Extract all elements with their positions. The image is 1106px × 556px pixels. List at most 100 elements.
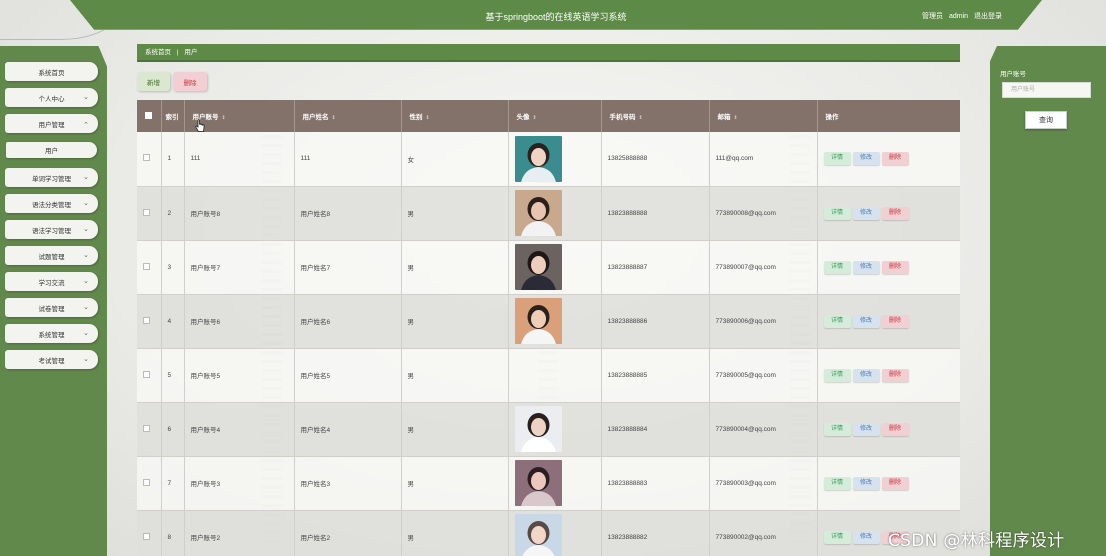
row-select-cell bbox=[137, 402, 162, 457]
cell-index: 8 bbox=[161, 510, 185, 556]
table-row[interactable]: 5 用户账号5 用户姓名5 男 13823888885 773890005@qq.com 详… bbox=[137, 348, 960, 403]
cell-email: 111@qq.com bbox=[709, 132, 818, 187]
table-row[interactable]: 7 用户账号3 用户姓名3 男 13823888883 773890003@qq.com 详… bbox=[137, 456, 960, 511]
sort-icon[interactable]: ⇕ bbox=[734, 115, 738, 121]
delete-button[interactable]: 删除 bbox=[881, 476, 909, 490]
edit-button[interactable]: 修改 bbox=[852, 152, 880, 166]
table-row[interactable]: 2 用户账号8 用户姓名8 男 13823888888 773890008@qq.com 详… bbox=[137, 186, 960, 241]
breadcrumb-home[interactable]: 系统首页 bbox=[145, 49, 171, 56]
cell-avatar bbox=[508, 348, 602, 403]
detail-button[interactable]: 详情 bbox=[823, 476, 851, 490]
row-checkbox[interactable] bbox=[143, 532, 150, 540]
edit-button[interactable]: 修改 bbox=[852, 476, 880, 490]
row-checkbox[interactable] bbox=[143, 370, 150, 378]
table-row[interactable]: 6 用户账号4 用户姓名4 男 13823888884 773890004@qq.com 详… bbox=[137, 402, 960, 457]
detail-button[interactable]: 详情 bbox=[823, 530, 851, 544]
add-button[interactable]: 新增 bbox=[137, 72, 170, 91]
edit-button[interactable]: 修改 bbox=[852, 422, 880, 436]
logout-link[interactable]: 退出登录 bbox=[974, 13, 1002, 20]
cell-index: 6 bbox=[161, 402, 185, 457]
column-header-ops: 操作 bbox=[817, 100, 960, 132]
delete-button[interactable]: 删除 bbox=[881, 422, 909, 436]
row-checkbox[interactable] bbox=[143, 424, 150, 432]
cell-gender: 男 bbox=[401, 510, 509, 556]
cell-index: 1 bbox=[161, 132, 185, 187]
column-header-avatar[interactable]: 头像 ⇕ bbox=[508, 100, 602, 132]
header-label: 手机号码 bbox=[609, 114, 636, 121]
detail-button[interactable]: 详情 bbox=[823, 368, 851, 382]
cell-email: 773890006@qq.com bbox=[709, 294, 818, 349]
search-input[interactable] bbox=[1002, 82, 1091, 98]
row-checkbox[interactable] bbox=[143, 478, 150, 486]
cell-phone: 13823888885 bbox=[601, 348, 710, 403]
delete-button[interactable]: 删除 bbox=[881, 206, 909, 220]
detail-button[interactable]: 详情 bbox=[823, 206, 851, 220]
column-header-email[interactable]: 邮箱 ⇕ bbox=[709, 100, 818, 132]
sort-icon[interactable]: ⇕ bbox=[222, 115, 226, 121]
sidebar-item-label: 系统首页 bbox=[38, 69, 65, 77]
edit-button[interactable]: 修改 bbox=[852, 260, 880, 274]
avatar bbox=[514, 514, 562, 556]
sort-icon[interactable]: ⇕ bbox=[332, 115, 336, 121]
sidebar-item-label: 试题管理 bbox=[38, 253, 65, 261]
sidebar-item-word-study[interactable]: 单词学习管理 ⌄ bbox=[5, 168, 98, 187]
sidebar-item-grammar-category[interactable]: 语法分类管理 ⌄ bbox=[5, 194, 98, 213]
column-header-name[interactable]: 用户姓名 ⇕ bbox=[294, 100, 402, 132]
table-row[interactable]: 4 用户账号6 用户姓名6 男 13823888886 773890006@qq.com 详… bbox=[137, 294, 960, 349]
cell-avatar bbox=[508, 132, 602, 187]
row-checkbox[interactable] bbox=[143, 262, 150, 270]
table-row[interactable]: 3 用户账号7 用户姓名7 男 13823888887 773890007@qq.com 详… bbox=[137, 240, 960, 295]
sidebar-item-exam-management[interactable]: 考试管理 ⌄ bbox=[5, 350, 98, 369]
avatar bbox=[514, 190, 562, 236]
sort-icon[interactable]: ⇕ bbox=[533, 115, 537, 121]
edit-button[interactable]: 修改 bbox=[852, 314, 880, 328]
sort-icon[interactable]: ⇕ bbox=[639, 115, 643, 121]
select-all-checkbox[interactable] bbox=[145, 111, 152, 119]
row-checkbox[interactable] bbox=[143, 154, 150, 162]
edit-button[interactable]: 修改 bbox=[852, 530, 880, 544]
cell-index: 2 bbox=[161, 186, 185, 241]
table-row[interactable]: 1 111 111 女 13825888888 111@qq.com 详情 修改 删除 bbox=[137, 132, 960, 187]
sidebar-item-user-management[interactable]: 用户管理 ⌃ bbox=[5, 114, 98, 133]
chevron-down-icon: ⌄ bbox=[83, 278, 89, 285]
delete-button[interactable]: 删除 bbox=[881, 314, 909, 328]
sidebar-item-question-management[interactable]: 试题管理 ⌄ bbox=[5, 246, 98, 265]
edit-button[interactable]: 修改 bbox=[852, 206, 880, 220]
detail-button[interactable]: 详情 bbox=[823, 260, 851, 274]
cell-gender: 男 bbox=[401, 456, 509, 511]
delete-button[interactable]: 删除 bbox=[881, 152, 909, 166]
cell-phone: 13823888886 bbox=[601, 294, 710, 349]
sidebar-item-profile[interactable]: 个人中心 ⌄ bbox=[5, 88, 98, 107]
header-label: 头像 bbox=[516, 114, 530, 121]
sidebar-item-system-management[interactable]: 系统管理 ⌄ bbox=[5, 324, 98, 343]
detail-button[interactable]: 详情 bbox=[823, 152, 851, 166]
table-row[interactable]: 8 用户账号2 用户姓名2 男 13823888882 773890002@qq.com 详… bbox=[137, 510, 960, 556]
table-header-row: 索引 用户账号 ⇕ 用户姓名 ⇕ 性别 ⇕ 头像 ⇕ 手机号码 ⇕ 邮箱 ⇕ 操作 bbox=[137, 100, 960, 132]
cell-ops: 详情 修改 删除 bbox=[817, 402, 960, 457]
delete-button[interactable]: 删除 bbox=[881, 368, 909, 382]
batch-delete-button[interactable]: 删除 bbox=[173, 72, 207, 91]
avatar bbox=[514, 298, 562, 344]
detail-button[interactable]: 详情 bbox=[823, 422, 851, 436]
sidebar-item-home[interactable]: 系统首页 bbox=[5, 62, 98, 81]
row-checkbox[interactable] bbox=[143, 208, 150, 216]
search-label: 用户账号 bbox=[1000, 71, 1026, 78]
column-header-gender[interactable]: 性别 ⇕ bbox=[401, 100, 509, 132]
sort-icon[interactable]: ⇕ bbox=[426, 115, 430, 121]
sidebar-item-study-exchange[interactable]: 学习交流 ⌄ bbox=[5, 272, 98, 291]
select-all-header bbox=[137, 100, 162, 132]
row-checkbox[interactable] bbox=[143, 316, 150, 324]
cell-phone: 13823888882 bbox=[601, 510, 710, 556]
column-header-phone[interactable]: 手机号码 ⇕ bbox=[601, 100, 710, 132]
sidebar-item-paper-management[interactable]: 试卷管理 ⌄ bbox=[5, 298, 98, 317]
sidebar-subitem-user[interactable]: 用户 bbox=[6, 142, 97, 158]
sidebar-item-label: 学习交流 bbox=[38, 279, 65, 287]
search-button[interactable]: 查询 bbox=[1025, 111, 1067, 129]
sidebar-item-grammar-study[interactable]: 语法学习管理 ⌄ bbox=[5, 220, 98, 239]
cell-gender: 男 bbox=[401, 186, 509, 241]
detail-button[interactable]: 详情 bbox=[823, 314, 851, 328]
edit-button[interactable]: 修改 bbox=[852, 368, 880, 382]
cell-avatar bbox=[508, 510, 602, 556]
delete-button[interactable]: 删除 bbox=[881, 260, 909, 274]
cell-avatar bbox=[508, 456, 602, 511]
